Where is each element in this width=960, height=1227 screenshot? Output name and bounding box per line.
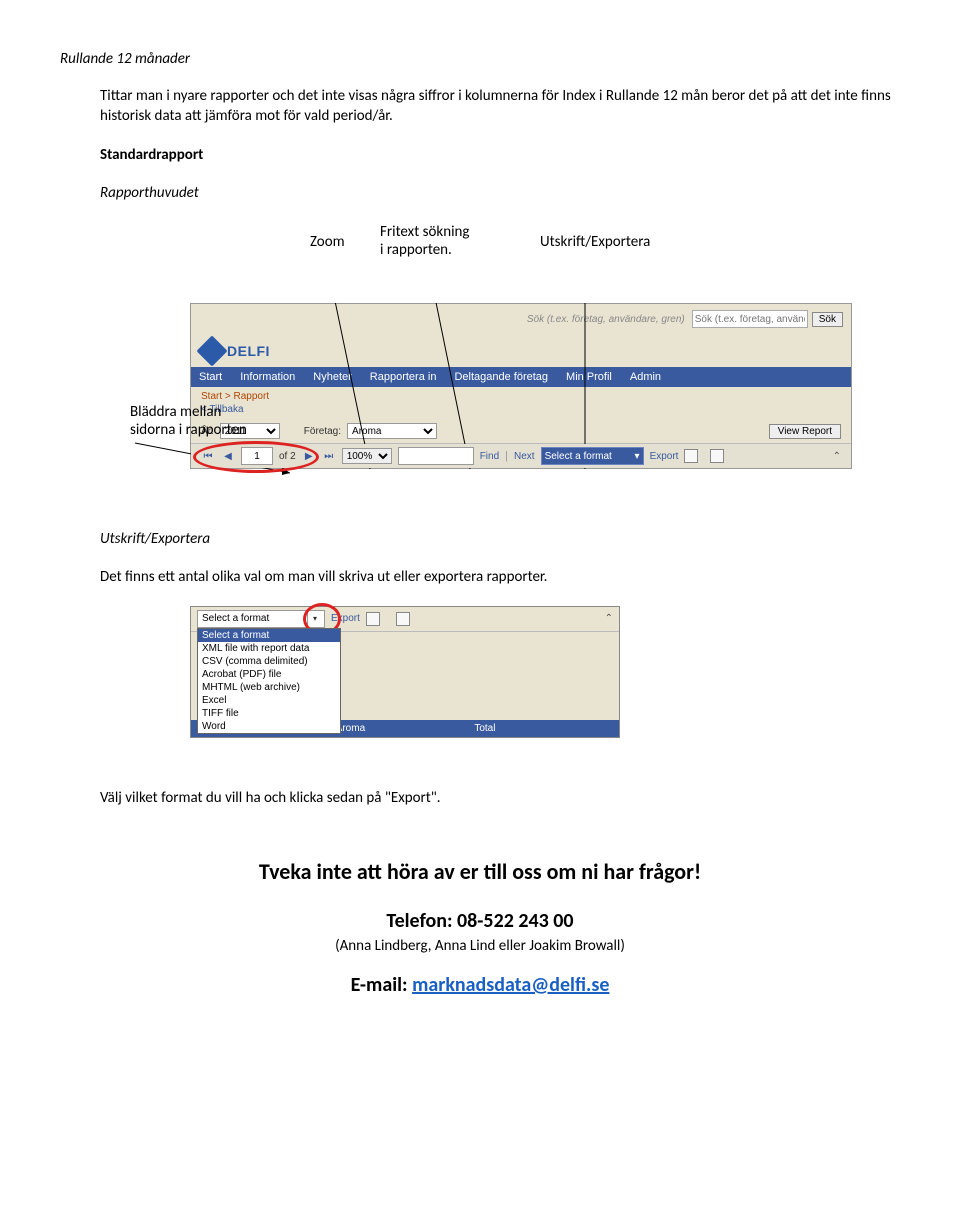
format-dropdown-list: Select a format XML file with report dat…	[197, 628, 341, 734]
nav-information[interactable]: Information	[240, 371, 295, 383]
refresh-icon-2[interactable]	[366, 612, 380, 626]
closing-phone: Telefon: 08-522 243 00	[60, 909, 900, 933]
nav-nyheter[interactable]: Nyheter	[313, 371, 352, 383]
format-opt-mhtml[interactable]: MHTML (web archive)	[198, 681, 340, 694]
diamond-icon	[196, 335, 227, 366]
ann-zoom: Zoom	[310, 233, 345, 251]
company-select[interactable]: Aroma	[347, 423, 437, 439]
screenshot-export-dropdown: Select a format ▾ Export ⌃ Select a form…	[190, 606, 620, 738]
print-icon-2[interactable]	[396, 612, 410, 626]
nav-rapportera[interactable]: Rapportera in	[370, 371, 437, 383]
find-link[interactable]: Find	[480, 451, 499, 462]
print-icon[interactable]	[710, 449, 724, 463]
export-link[interactable]: Export	[650, 451, 679, 462]
delfi-text: DELFI	[227, 343, 270, 359]
col-right: Total	[474, 723, 613, 734]
ann-fritext-1: Fritext sökning	[380, 223, 469, 241]
heading-standardrapport: Standardrapport	[100, 145, 900, 165]
col-mid: Aroma	[336, 723, 475, 734]
navbar: Start Information Nyheter Rapportera in …	[191, 367, 851, 387]
heading-rapporthuvudet: Rapporthuvudet	[100, 183, 900, 203]
zoom-select[interactable]: 100%	[342, 448, 392, 464]
view-report-button[interactable]: View Report	[769, 424, 841, 439]
ann-bladdra-1: Bläddra mellan	[130, 403, 280, 421]
nav-deltagande[interactable]: Deltagande företag	[454, 371, 548, 383]
refresh-icon[interactable]	[684, 449, 698, 463]
search-button[interactable]: Sök	[812, 312, 843, 327]
paragraph-valj-format: Välj vilket format du vill ha och klicka…	[100, 788, 900, 808]
format-opt-pdf[interactable]: Acrobat (PDF) file	[198, 668, 340, 681]
search-input[interactable]	[692, 310, 808, 328]
closing-email-label: E-mail:	[351, 973, 413, 997]
heading-utskrift: Utskrift/Exportera	[100, 529, 900, 549]
format-select-box[interactable]: Select a format ▾	[197, 610, 325, 628]
export-link-2[interactable]: Export	[331, 613, 360, 624]
paragraph-rullande: Tittar man i nyare rapporter och det int…	[100, 86, 900, 127]
ann-bladdra-2: sidorna i rapporten	[130, 421, 280, 439]
format-select[interactable]: Select a format▾	[541, 447, 644, 465]
nav-admin[interactable]: Admin	[630, 371, 661, 383]
nav-profil[interactable]: Min Profil	[566, 371, 612, 383]
format-opt-select[interactable]: Select a format	[198, 629, 340, 642]
collapse-icon[interactable]: ⌃	[833, 451, 841, 462]
page-input[interactable]	[241, 447, 273, 465]
find-input[interactable]	[398, 447, 474, 465]
format-opt-word[interactable]: Word	[198, 720, 340, 733]
ann-utskrift: Utskrift/Exportera	[540, 233, 650, 251]
annotation-labels: Zoom Fritext sökning i rapporten. Utskri…	[100, 223, 900, 293]
back-link[interactable]: < Tillbaka	[191, 402, 851, 419]
next-page-icon[interactable]: ▶	[302, 449, 316, 463]
nav-start[interactable]: Start	[199, 371, 222, 383]
prev-page-icon[interactable]: ◀	[221, 449, 235, 463]
format-opt-xml[interactable]: XML file with report data	[198, 642, 340, 655]
next-link[interactable]: Next	[514, 451, 535, 462]
last-page-icon[interactable]: ⏭	[322, 449, 336, 463]
screenshot-report-toolbar: Bläddra mellan sidorna i rapporten Sök (…	[190, 303, 900, 469]
delfi-logo: DELFI	[201, 340, 270, 362]
page-of: of 2	[279, 451, 296, 462]
search-hint: Sök (t.ex. företag, användare, gren)	[527, 314, 685, 325]
chevron-down-icon[interactable]: ▾	[307, 612, 322, 626]
heading-rullande: Rullande 12 månader	[60, 50, 900, 68]
breadcrumb: Start > Rapport	[191, 387, 851, 402]
closing-headline: Tveka inte att höra av er till oss om ni…	[60, 858, 900, 885]
collapse-icon-2[interactable]: ⌃	[605, 613, 613, 624]
closing-names: (Anna Lindberg, Anna Lind eller Joakim B…	[60, 937, 900, 955]
paragraph-export-options: Det finns ett antal olika val om man vil…	[100, 567, 900, 587]
format-opt-csv[interactable]: CSV (comma delimited)	[198, 655, 340, 668]
format-opt-tiff[interactable]: TIFF file	[198, 707, 340, 720]
format-opt-excel[interactable]: Excel	[198, 694, 340, 707]
company-label: Företag:	[304, 426, 341, 437]
ann-fritext-2: i rapporten.	[380, 241, 469, 259]
first-page-icon[interactable]: ⏮	[201, 449, 215, 463]
closing-email-link[interactable]: marknadsdata@delfi.se	[412, 973, 609, 997]
